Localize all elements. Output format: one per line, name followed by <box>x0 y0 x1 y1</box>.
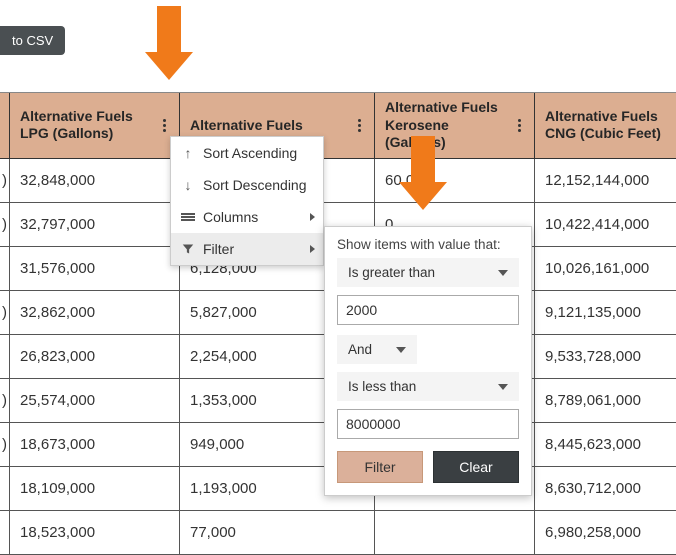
column-header-lpg[interactable]: Alternative Fuels LPG (Gallons) <box>10 93 180 159</box>
cell-kerosene <box>375 511 535 555</box>
dropdown-value: And <box>348 342 372 357</box>
row-stub: ) <box>0 291 10 335</box>
cell-lpg: 31,576,000 <box>10 247 180 291</box>
menu-filter[interactable]: Filter <box>171 233 323 265</box>
cell-cng: 6,980,258,000 <box>535 511 676 555</box>
columns-icon <box>181 213 195 221</box>
column-menu: ↑ Sort Ascending ↓ Sort Descending Colum… <box>170 136 324 266</box>
menu-label: Columns <box>203 209 258 225</box>
arrow-up-icon: ↑ <box>181 145 195 161</box>
menu-sort-asc[interactable]: ↑ Sort Ascending <box>171 137 323 169</box>
filter-operator-2[interactable]: Is less than <box>337 372 519 401</box>
column-header-cng[interactable]: Alternative Fuels CNG (Cubic Feet) <box>535 93 676 159</box>
row-stub: ) <box>0 423 10 467</box>
filter-panel: Show items with value that: Is greater t… <box>324 226 532 496</box>
grid-header-row: Alternative Fuels LPG (Gallons) Alternat… <box>0 93 676 159</box>
menu-label: Sort Descending <box>203 177 307 193</box>
funnel-icon <box>181 243 195 255</box>
callout-arrow-icon <box>400 136 446 210</box>
row-stub <box>0 467 10 511</box>
cell-cng: 9,121,135,000 <box>535 291 676 335</box>
cell-lpg: 26,823,000 <box>10 335 180 379</box>
column-label: Alternative Fuels <box>190 117 352 135</box>
column-label: Alternative Fuels CNG (Cubic Feet) <box>545 108 672 143</box>
filter-logic[interactable]: And <box>337 335 417 364</box>
cell-cng: 10,422,414,000 <box>535 203 676 247</box>
row-stub: ) <box>0 159 10 203</box>
column-menu-icon[interactable] <box>352 119 366 132</box>
chevron-down-icon <box>498 270 508 276</box>
filter-value-2[interactable] <box>337 409 519 439</box>
chevron-down-icon <box>498 384 508 390</box>
dropdown-value: Is greater than <box>348 265 435 280</box>
filter-value-1[interactable] <box>337 295 519 325</box>
column-menu-icon[interactable] <box>512 119 526 132</box>
table-row: )32,848,00060,00012,152,144,000 <box>0 159 676 203</box>
cell-lpg: 32,862,000 <box>10 291 180 335</box>
cell-alt: 77,000 <box>180 511 375 555</box>
cell-cng: 10,026,161,000 <box>535 247 676 291</box>
cell-cng: 9,533,728,000 <box>535 335 676 379</box>
menu-sort-desc[interactable]: ↓ Sort Descending <box>171 169 323 201</box>
filter-clear-button[interactable]: Clear <box>433 451 519 483</box>
arrow-down-icon: ↓ <box>181 177 195 193</box>
filter-apply-button[interactable]: Filter <box>337 451 423 483</box>
row-stub: ) <box>0 379 10 423</box>
cell-cng: 8,630,712,000 <box>535 467 676 511</box>
cell-lpg: 25,574,000 <box>10 379 180 423</box>
callout-arrow-icon <box>146 6 192 80</box>
cell-lpg: 32,797,000 <box>10 203 180 247</box>
header-stub <box>0 93 10 159</box>
cell-lpg: 32,848,000 <box>10 159 180 203</box>
menu-label: Sort Ascending <box>203 145 297 161</box>
row-stub <box>0 335 10 379</box>
row-stub <box>0 511 10 555</box>
chevron-down-icon <box>396 347 406 353</box>
menu-columns[interactable]: Columns <box>171 201 323 233</box>
row-stub <box>0 247 10 291</box>
cell-lpg: 18,673,000 <box>10 423 180 467</box>
column-label: Alternative Fuels LPG (Gallons) <box>20 108 157 143</box>
cell-cng: 12,152,144,000 <box>535 159 676 203</box>
chevron-right-icon <box>310 245 315 253</box>
cell-lpg: 18,523,000 <box>10 511 180 555</box>
filter-operator-1[interactable]: Is greater than <box>337 258 519 287</box>
export-csv-button[interactable]: to CSV <box>0 26 65 55</box>
chevron-right-icon <box>310 213 315 221</box>
column-header-kerosene[interactable]: Alternative Fuels Kerosene (Gallons) <box>375 93 535 159</box>
filter-title: Show items with value that: <box>337 237 519 252</box>
column-menu-icon[interactable] <box>672 119 676 132</box>
column-menu-icon[interactable] <box>157 119 171 132</box>
cell-cng: 8,445,623,000 <box>535 423 676 467</box>
row-stub: ) <box>0 203 10 247</box>
cell-cng: 8,789,061,000 <box>535 379 676 423</box>
dropdown-value: Is less than <box>348 379 416 394</box>
table-row: 18,523,00077,000 6,980,258,000 <box>0 511 676 555</box>
cell-lpg: 18,109,000 <box>10 467 180 511</box>
menu-label: Filter <box>203 241 234 257</box>
